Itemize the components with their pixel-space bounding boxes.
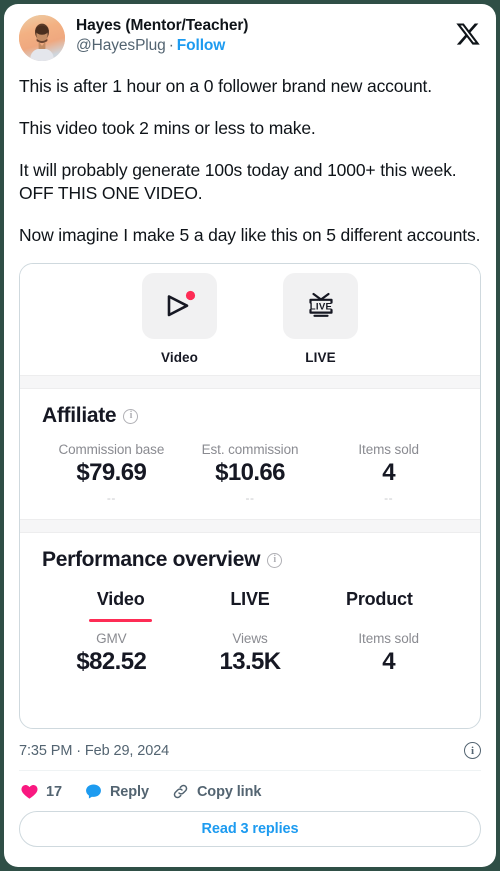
like-count: 17	[46, 783, 62, 800]
section-divider-band	[20, 519, 480, 534]
speech-bubble-icon	[85, 785, 101, 799]
performance-panel: Performance overview i Video LIVE Produc…	[20, 533, 480, 676]
section-divider-band	[20, 375, 480, 390]
author-info: Hayes (Mentor/Teacher) @HayesPlug · Follow	[76, 15, 248, 56]
stat-label: Items sold	[358, 631, 419, 647]
performance-tab-label: Video	[96, 589, 145, 610]
stat-item: Items sold 4 --	[319, 442, 458, 505]
stat-label: Commission base	[58, 442, 165, 458]
affiliate-title-row: Affiliate i	[42, 404, 458, 428]
creator-tab-video[interactable]: Video	[142, 273, 217, 365]
performance-tab-label: Product	[346, 589, 413, 610]
stat-value: $82.52	[76, 648, 147, 676]
author-display-name: Hayes (Mentor/Teacher)	[76, 17, 249, 34]
tweet-timestamp: 7:35 PM · Feb 29, 2024	[19, 742, 170, 759]
stat-value: $79.69	[76, 459, 147, 487]
creator-tab-live[interactable]: LIVE LIVE	[283, 273, 358, 365]
performance-title: Performance overview	[42, 548, 261, 572]
reply-button[interactable]: Reply	[84, 782, 149, 801]
stat-item: Items sold 4	[319, 631, 458, 676]
stat-sublabel: --	[106, 491, 116, 506]
stat-value: 4	[382, 648, 396, 676]
copy-link-label: Copy link	[196, 783, 262, 800]
performance-tab-label: LIVE	[230, 589, 270, 610]
tweet-paragraph: This is after 1 hour on a 0 follower bra…	[19, 76, 432, 96]
tweet-paragraph: It will probably generate 100s today and…	[19, 160, 457, 204]
separator-dot: ·	[168, 37, 174, 55]
tweet-paragraph: Now imagine I make 5 a day like this on …	[19, 225, 481, 246]
svg-text:LIVE: LIVE	[309, 302, 332, 313]
active-tab-underline	[348, 619, 411, 622]
stat-label: GMV	[96, 631, 127, 647]
reply-label: Reply	[109, 783, 149, 800]
stat-sublabel: --	[245, 491, 255, 506]
stat-value: 13.5K	[219, 648, 281, 676]
performance-info-icon[interactable]: i	[267, 552, 283, 568]
stat-item: Views 13.5K	[181, 631, 320, 676]
stat-item: Commission base $79.69 --	[42, 442, 181, 505]
performance-tab-live[interactable]: LIVE	[185, 589, 314, 622]
stat-label: Est. commission	[201, 442, 299, 458]
action-bar: 17 Reply Copy link	[19, 771, 481, 811]
copy-link-button[interactable]: Copy link	[171, 782, 261, 801]
creator-tab-label: LIVE	[305, 350, 336, 366]
x-logo-icon[interactable]	[455, 21, 481, 47]
affiliate-panel: Affiliate i Commission base $79.69 -- Es…	[20, 389, 480, 505]
creator-mode-tabs: Video LIVE LIVE	[20, 264, 480, 376]
embedded-media-card[interactable]: Video LIVE LIVE Affiliate i Commission b…	[19, 263, 481, 730]
performance-tabs: Video LIVE Product	[42, 589, 458, 623]
affiliate-stats: Commission base $79.69 -- Est. commissio…	[42, 442, 458, 505]
tweet-header: Hayes (Mentor/Teacher) @HayesPlug · Follow	[19, 15, 481, 61]
performance-tab-video[interactable]: Video	[56, 589, 185, 623]
like-button[interactable]: 17	[20, 782, 62, 801]
tweet-info-icon[interactable]: i	[464, 742, 481, 760]
performance-tab-product[interactable]: Product	[315, 589, 444, 622]
creator-tab-label: Video	[160, 350, 198, 366]
stat-sublabel: --	[384, 491, 394, 506]
stat-value: $10.66	[215, 459, 285, 487]
stat-item: Est. commission $10.66 --	[181, 442, 320, 505]
author-handle-row: @HayesPlug · Follow	[76, 36, 248, 55]
tweet-content: Hayes (Mentor/Teacher) @HayesPlug · Follow…	[4, 4, 496, 848]
affiliate-title: Affiliate	[42, 404, 117, 428]
performance-stats: GMV $82.52 Views 13.5K Items sold 4	[42, 631, 458, 676]
link-icon	[173, 785, 188, 799]
read-replies-button[interactable]: Read 3 replies	[19, 811, 481, 848]
follow-button[interactable]: Follow	[177, 37, 226, 54]
tweet-card: Hayes (Mentor/Teacher) @HayesPlug · Follow…	[4, 4, 496, 867]
heart-icon	[21, 785, 38, 800]
video-play-icon	[142, 273, 217, 340]
stat-label: Views	[232, 631, 268, 647]
active-tab-underline	[218, 619, 281, 622]
author-handle: @HayesPlug	[76, 37, 166, 55]
timestamp-row: 7:35 PM · Feb 29, 2024 i	[19, 731, 481, 770]
stat-label: Items sold	[358, 442, 419, 458]
performance-title-row: Performance overview i	[42, 548, 458, 572]
active-tab-underline	[89, 619, 153, 623]
live-tv-icon: LIVE	[283, 273, 358, 340]
tweet-body-text: This is after 1 hour on a 0 follower bra…	[19, 75, 481, 247]
stat-item: GMV $82.52	[42, 631, 181, 676]
tweet-paragraph: This video took 2 mins or less to make.	[19, 118, 316, 139]
stat-value: 4	[382, 459, 396, 487]
affiliate-info-icon[interactable]: i	[123, 408, 139, 424]
avatar[interactable]	[19, 15, 65, 61]
